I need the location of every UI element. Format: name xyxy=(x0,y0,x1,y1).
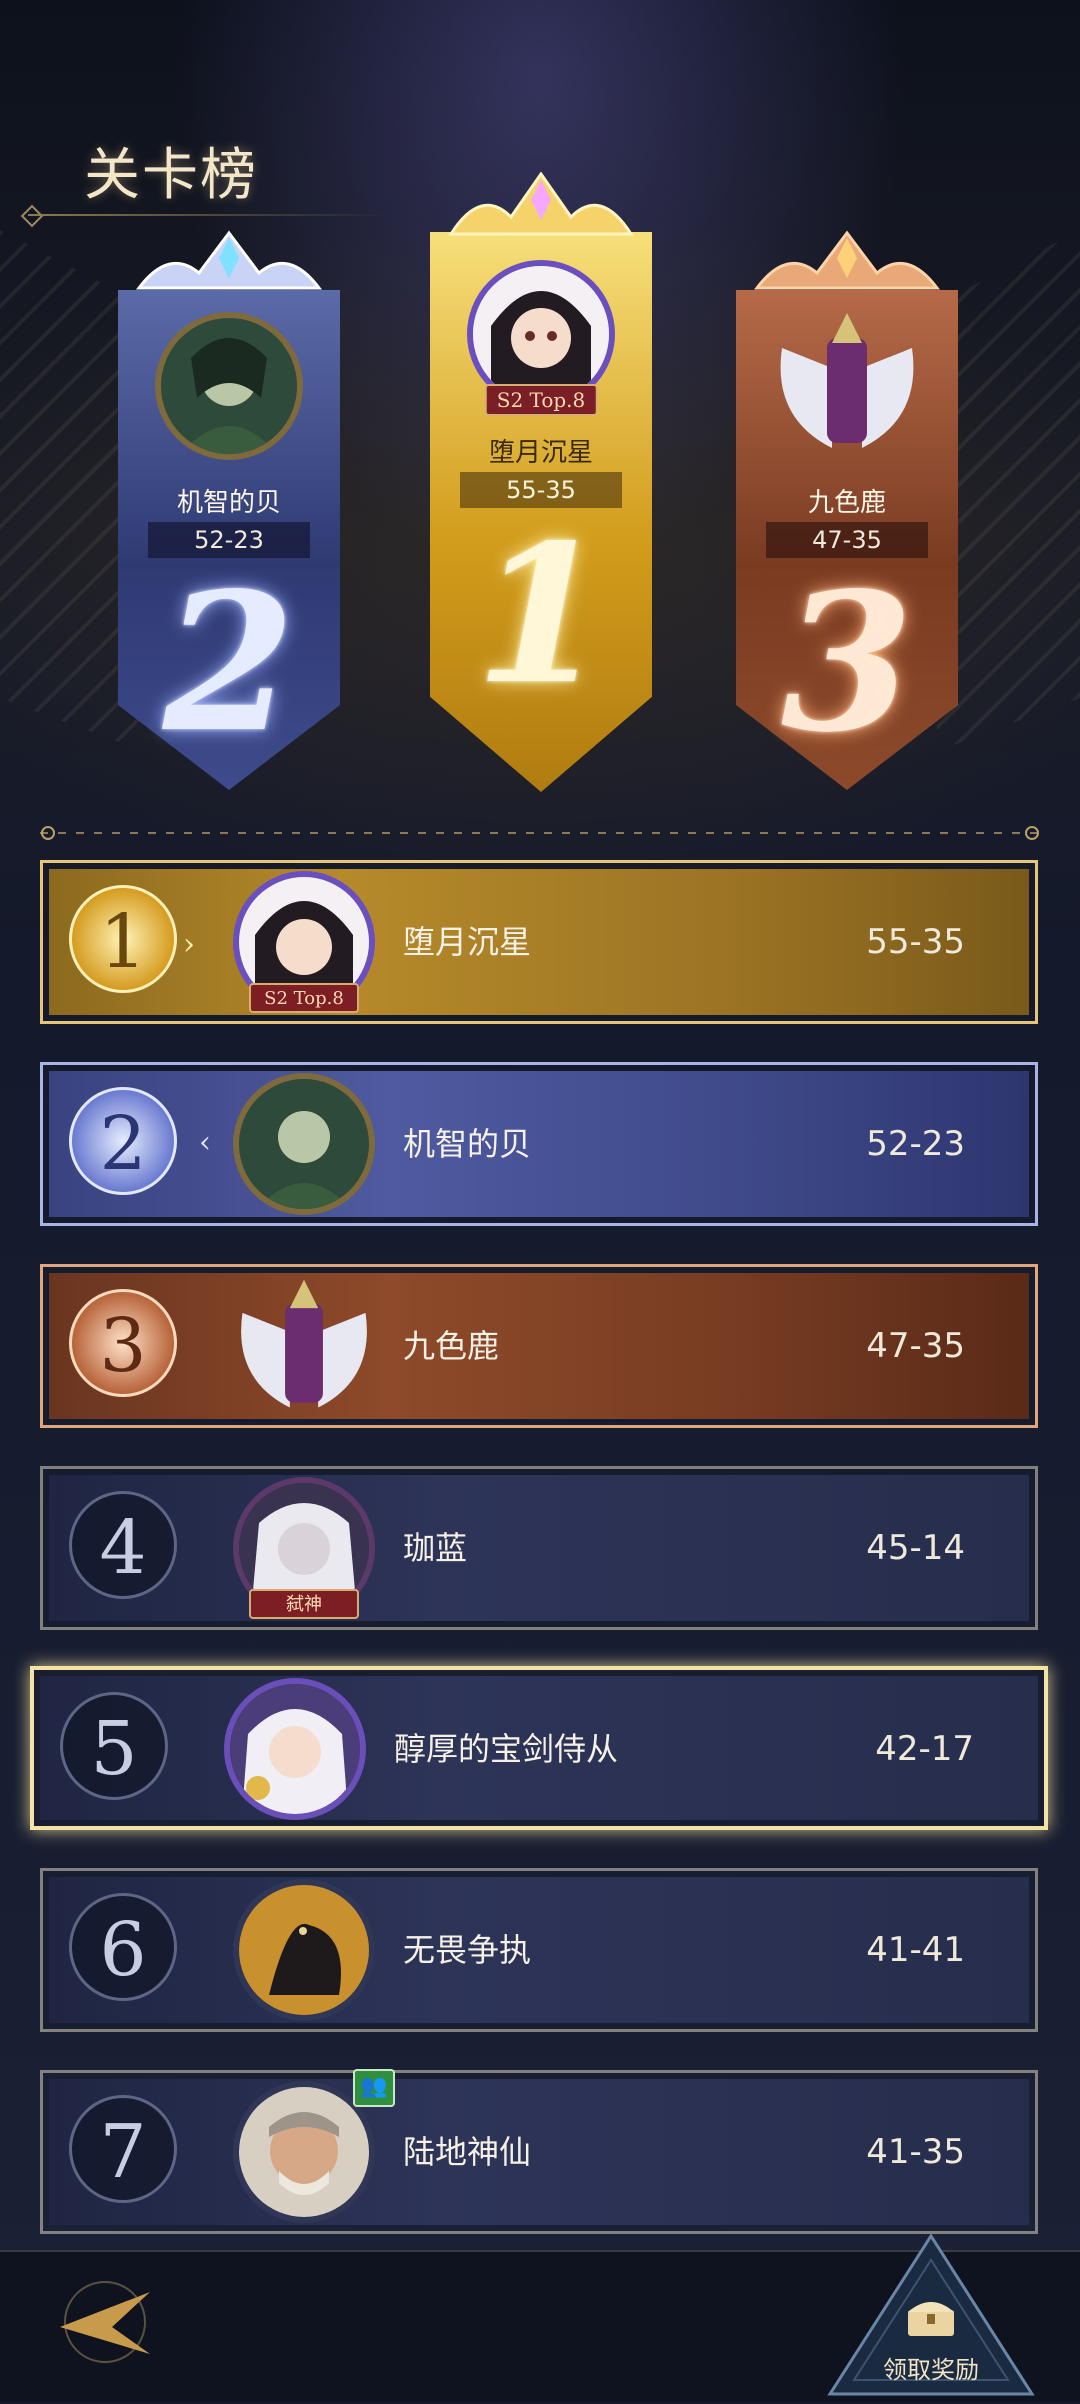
player-name: 醇厚的宝剑侍从 xyxy=(394,1730,619,1768)
back-arrow-icon xyxy=(60,2281,150,2363)
rank-badge: 5 xyxy=(60,1692,168,1800)
player-avatar[interactable] xyxy=(224,1678,366,1820)
header: 关卡榜 xyxy=(20,130,388,228)
podium-avatar[interactable] xyxy=(155,312,303,460)
ranking-row[interactable]: 7 👥 陆地神仙 41-35 xyxy=(40,2069,1038,2234)
podium-season-tag: S2 Top.8 xyxy=(484,384,598,416)
ranking-row[interactable]: 3 九色鹿 47-35 xyxy=(40,1264,1038,1428)
section-divider xyxy=(40,826,1040,840)
player-name: 机智的贝 xyxy=(403,1125,532,1163)
podium-first[interactable]: S2 Top.8 堕月沉星 55-35 1 xyxy=(422,172,660,802)
podium-rank-number: 1 xyxy=(474,503,608,726)
silver-crown-icon xyxy=(135,230,323,290)
rank-badge: 4 xyxy=(69,1491,177,1599)
player-score: 55-35 xyxy=(866,922,965,962)
player-avatar[interactable] xyxy=(233,1073,375,1215)
claim-rewards-label: 领取奖励 xyxy=(883,2356,979,2384)
avatar-portrait-icon xyxy=(239,2087,369,2217)
page-title: 关卡榜 xyxy=(84,143,258,208)
ranking-row[interactable]: 4 弑神 珈蓝 45-14 xyxy=(40,1466,1038,1630)
player-score: 47-35 xyxy=(866,1326,965,1366)
ranking-row[interactable]: 1 › S2 Top.8 堕月沉星 55-35 xyxy=(40,860,1038,1024)
podium-avatar[interactable] xyxy=(772,308,922,458)
friends-icon: 👥 xyxy=(353,2069,395,2107)
ranking-row-current-player[interactable]: 5 醇厚的宝剑侍从 42-17 xyxy=(30,1666,1048,1830)
claim-rewards-button[interactable]: 领取奖励 xyxy=(822,2230,1040,2400)
rank-badge: 3 xyxy=(69,1289,177,1397)
rank-badge: 7 xyxy=(69,2095,177,2203)
back-button[interactable] xyxy=(50,2272,160,2372)
treasure-chest-icon xyxy=(908,2302,954,2336)
avatar-portrait-icon xyxy=(473,266,609,402)
season-tag: S2 Top.8 xyxy=(249,983,359,1013)
podium-third[interactable]: 九色鹿 47-35 3 xyxy=(728,230,966,800)
podium-rank-number: 3 xyxy=(780,551,914,774)
player-name: 无畏争执 xyxy=(403,1931,532,1969)
player-name: 九色鹿 xyxy=(403,1327,500,1365)
player-score: 42-17 xyxy=(875,1729,974,1769)
title-tag: 弑神 xyxy=(249,1589,359,1619)
chevron-icon: ‹ xyxy=(199,1125,211,1160)
bronze-crown-icon xyxy=(753,230,941,290)
player-avatar[interactable] xyxy=(233,1275,375,1417)
player-name: 堕月沉星 xyxy=(403,923,532,961)
raven-portrait-icon xyxy=(239,1885,369,2015)
rank-badge: 1 xyxy=(69,885,177,993)
player-score: 41-41 xyxy=(866,1930,965,1970)
podium-name: 堕月沉星 xyxy=(488,438,593,468)
rank-badge: 2 xyxy=(69,1087,177,1195)
chevron-icon: › xyxy=(183,927,195,962)
rank-badge: 6 xyxy=(69,1893,177,2001)
player-score: 41-35 xyxy=(866,2132,965,2172)
player-name: 珈蓝 xyxy=(403,1529,468,1567)
player-avatar[interactable] xyxy=(233,1879,375,2021)
avatar-portrait-icon xyxy=(230,1684,360,1814)
ranking-row[interactable]: 6 无畏争执 41-41 xyxy=(40,1868,1038,2032)
podium-second[interactable]: 机智的贝 52-23 2 xyxy=(110,230,348,800)
podium-name: 机智的贝 xyxy=(176,488,281,518)
title-underline xyxy=(28,214,388,216)
player-name: 陆地神仙 xyxy=(403,2133,532,2171)
podium-rank-number: 2 xyxy=(162,551,296,774)
player-score: 52-23 xyxy=(866,1124,965,1164)
avatar-portrait-icon xyxy=(161,318,297,454)
avatar-portrait-icon xyxy=(239,1079,369,1209)
winged-knight-icon xyxy=(780,313,914,448)
player-score: 45-14 xyxy=(866,1528,965,1568)
winged-knight-icon xyxy=(241,1279,367,1408)
ranking-row[interactable]: 2 ‹ 机智的贝 52-23 xyxy=(40,1062,1038,1226)
podium-name: 九色鹿 xyxy=(807,488,886,518)
gold-crown-icon xyxy=(448,172,634,236)
